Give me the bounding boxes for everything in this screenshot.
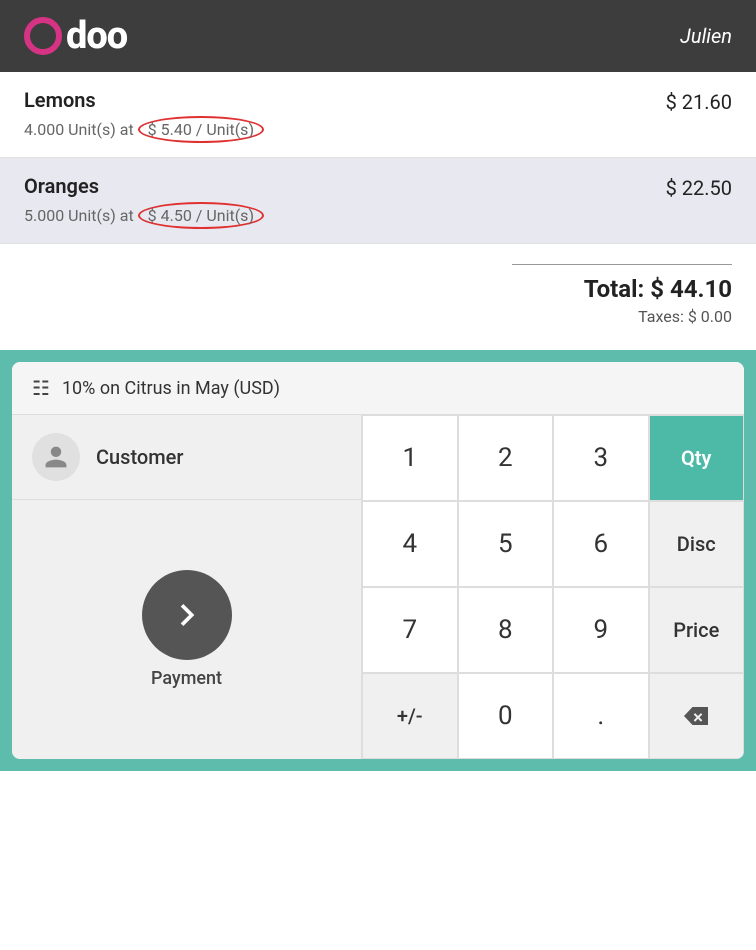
odoo-logo: doo xyxy=(24,17,127,55)
total-divider xyxy=(512,264,732,265)
key-7[interactable]: 7 xyxy=(362,587,458,673)
odoo-ring-icon xyxy=(24,17,62,55)
key-qty[interactable]: Qty xyxy=(649,415,745,501)
customer-avatar xyxy=(32,433,80,481)
key-8[interactable]: 8 xyxy=(458,587,554,673)
product-price-oranges: $ 22.50 xyxy=(666,174,732,200)
header: doo Julien xyxy=(0,0,756,72)
chevron-right-icon xyxy=(165,593,209,637)
discount-label: 10% on Citrus in May (USD) xyxy=(62,378,280,399)
key-price[interactable]: Price xyxy=(649,587,745,673)
payment-button[interactable] xyxy=(142,570,232,660)
key-disc[interactable]: Disc xyxy=(649,501,745,587)
total-value: $ 44.10 xyxy=(650,275,732,303)
pos-inner: ☷ 10% on Citrus in May (USD) Customer xyxy=(12,362,744,759)
customer-row[interactable]: Customer xyxy=(12,415,361,500)
header-username: Julien xyxy=(680,24,732,48)
product-detail-oranges: 5.000 Unit(s) at $ 4.50 / Unit(s) xyxy=(24,202,264,229)
key-2[interactable]: 2 xyxy=(458,415,554,501)
payment-area: Payment xyxy=(12,500,361,759)
pos-section: ☷ 10% on Citrus in May (USD) Customer xyxy=(0,350,756,771)
key-backspace[interactable] xyxy=(649,673,745,759)
numpad-area: Customer Payment 1 2 xyxy=(12,415,744,759)
product-price-lemons: $ 21.60 xyxy=(666,88,732,114)
order-line-oranges[interactable]: Oranges 5.000 Unit(s) at $ 4.50 / Unit(s… xyxy=(0,158,756,244)
key-9[interactable]: 9 xyxy=(553,587,649,673)
taxes-label: Taxes: xyxy=(638,307,684,326)
product-name-lemons: Lemons xyxy=(24,88,264,112)
right-panel: 1 2 3 Qty 4 5 6 Disc 7 8 9 Price +/- xyxy=(362,415,744,759)
numpad-grid: 1 2 3 Qty 4 5 6 Disc 7 8 9 Price +/- xyxy=(362,415,744,759)
taxes-row: Taxes: $ 0.00 xyxy=(638,307,732,326)
odoo-text: doo xyxy=(66,17,127,55)
key-0[interactable]: 0 xyxy=(458,673,554,759)
key-dot[interactable]: . xyxy=(553,673,649,759)
taxes-value: $ 0.00 xyxy=(688,307,732,326)
order-line-left-lemons: Lemons 4.000 Unit(s) at $ 5.40 / Unit(s) xyxy=(24,88,264,143)
price-ellipse-lemons: $ 5.40 / Unit(s) xyxy=(138,116,264,143)
key-3[interactable]: 3 xyxy=(553,415,649,501)
key-4[interactable]: 4 xyxy=(362,501,458,587)
product-detail-lemons: 4.000 Unit(s) at $ 5.40 / Unit(s) xyxy=(24,116,264,143)
total-section: Total: $ 44.10 Taxes: $ 0.00 xyxy=(0,244,756,350)
order-line-lemons[interactable]: Lemons 4.000 Unit(s) at $ 5.40 / Unit(s)… xyxy=(0,72,756,158)
person-icon xyxy=(43,444,69,470)
total-label: Total: xyxy=(584,275,644,303)
key-6[interactable]: 6 xyxy=(553,501,649,587)
total-row: Total: $ 44.10 xyxy=(584,275,732,303)
discount-banner[interactable]: ☷ 10% on Citrus in May (USD) xyxy=(12,362,744,415)
backspace-icon xyxy=(682,705,710,727)
customer-label: Customer xyxy=(96,445,183,469)
left-panel: Customer Payment xyxy=(12,415,362,759)
key-5[interactable]: 5 xyxy=(458,501,554,587)
order-section: Lemons 4.000 Unit(s) at $ 5.40 / Unit(s)… xyxy=(0,72,756,244)
product-name-oranges: Oranges xyxy=(24,174,264,198)
order-line-left-oranges: Oranges 5.000 Unit(s) at $ 4.50 / Unit(s… xyxy=(24,174,264,229)
payment-label: Payment xyxy=(151,668,222,689)
price-ellipse-oranges: $ 4.50 / Unit(s) xyxy=(138,202,264,229)
key-plusminus[interactable]: +/- xyxy=(362,673,458,759)
discount-grid-icon: ☷ xyxy=(32,376,50,400)
key-1[interactable]: 1 xyxy=(362,415,458,501)
